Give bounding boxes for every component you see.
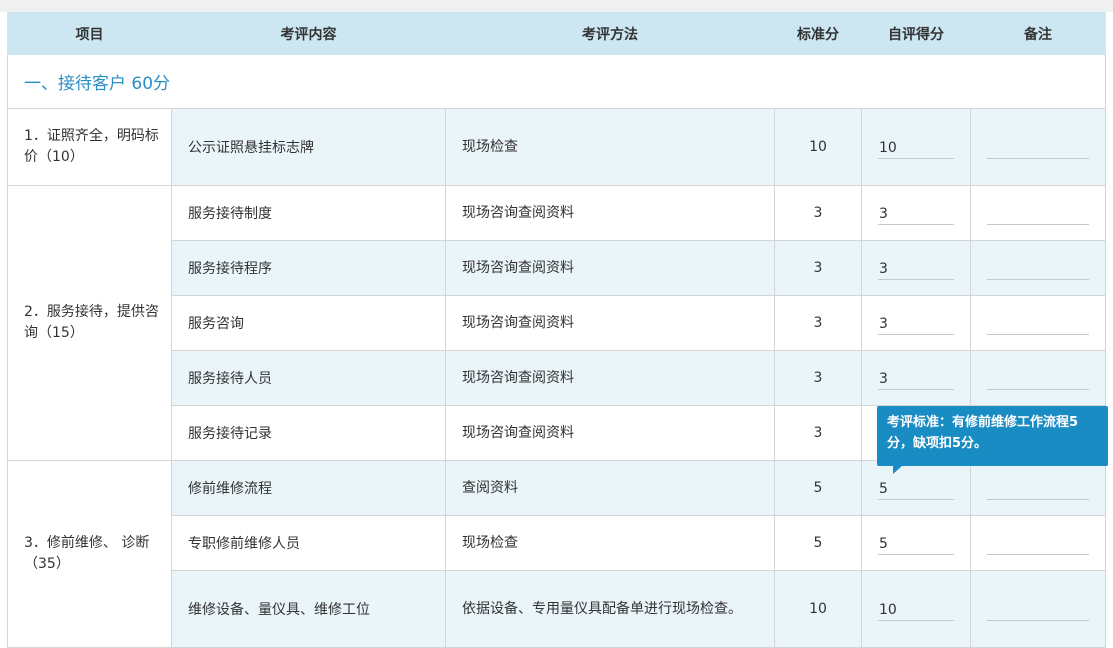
note-input[interactable]	[987, 139, 1089, 159]
header-note: 备注	[970, 12, 1106, 55]
row-method: 现场检查	[445, 108, 775, 186]
row-standard: 10	[774, 108, 862, 186]
header-item: 项目	[7, 12, 172, 55]
note-input[interactable]	[987, 205, 1089, 225]
row-standard: 3	[774, 240, 862, 296]
row-content: 维修设备、量仪具、维修工位	[171, 570, 446, 648]
table-row: 3．修前维修、 诊断（35） 修前维修流程 查阅资料 5 5	[7, 460, 1106, 648]
row-method: 现场咨询查阅资料	[445, 240, 775, 296]
evaluation-table-container: 项目 考评内容 考评方法 标准分 自评得分 备注 一、接待客户 60分 1．证照…	[7, 12, 1106, 648]
row-method: 现场检查	[445, 515, 775, 571]
self-score-input[interactable]: 3	[878, 260, 954, 280]
row-standard: 3	[774, 185, 862, 241]
header-standard: 标准分	[774, 12, 862, 55]
row-content: 服务接待记录	[171, 405, 446, 461]
header-content: 考评内容	[171, 12, 446, 55]
self-score-input[interactable]: 10	[878, 139, 954, 159]
row-method: 现场咨询查阅资料	[445, 295, 775, 351]
note-input[interactable]	[987, 601, 1089, 621]
top-strip	[0, 0, 1113, 12]
table-row: 服务咨询 现场咨询查阅资料 3 3	[8, 295, 1106, 351]
row-method: 依据设备、专用量仪具配备单进行现场检查。	[445, 570, 775, 648]
table-row: 服务接待人员 现场咨询查阅资料 3 3	[8, 350, 1106, 406]
row-standard: 10	[774, 570, 862, 648]
row-content: 服务接待程序	[171, 240, 446, 296]
row-content: 修前维修流程	[171, 460, 446, 516]
table-row: 1．证照齐全，明码标价（10） 公示证照悬挂标志牌 现场检查 10 10	[7, 108, 1106, 186]
row-method: 现场咨询查阅资料	[445, 405, 775, 461]
section-title: 一、接待客户 60分	[7, 54, 1106, 109]
row-content: 服务咨询	[171, 295, 446, 351]
note-input[interactable]	[987, 315, 1089, 335]
note-input[interactable]	[987, 370, 1089, 390]
row-standard: 3	[774, 295, 862, 351]
row-method: 现场咨询查阅资料	[445, 350, 775, 406]
self-score-input[interactable]: 3	[878, 205, 954, 225]
table-row: 2．服务接待，提供咨询（15） 服务接待制度 现场咨询查阅资料 3 3	[7, 185, 1106, 461]
row-method: 现场咨询查阅资料	[445, 185, 775, 241]
self-score-input[interactable]: 10	[878, 601, 954, 621]
row-content: 服务接待人员	[171, 350, 446, 406]
header-method: 考评方法	[445, 12, 775, 55]
row-content: 专职修前维修人员	[171, 515, 446, 571]
table-row: 维修设备、量仪具、维修工位 依据设备、专用量仪具配备单进行现场检查。 10 10	[8, 570, 1106, 648]
note-input[interactable]	[987, 260, 1089, 280]
self-score-input[interactable]: 5	[878, 535, 954, 555]
self-score-input[interactable]: 5	[878, 480, 954, 500]
row-standard: 3	[774, 350, 862, 406]
row-content: 公示证照悬挂标志牌	[171, 108, 446, 186]
header-self-score: 自评得分	[861, 12, 971, 55]
row-content: 服务接待制度	[171, 185, 446, 241]
row-method: 查阅资料	[445, 460, 775, 516]
row-standard: 5	[774, 460, 862, 516]
criteria-tooltip: 考评标准：有修前维修工作流程5分，缺项扣5分。	[877, 406, 1108, 474]
section-row: 一、接待客户 60分	[7, 54, 1106, 109]
evaluation-table: 项目 考评内容 考评方法 标准分 自评得分 备注 一、接待客户 60分 1．证照…	[7, 12, 1106, 648]
self-score-input[interactable]: 3	[878, 370, 954, 390]
self-score-input[interactable]: 3	[878, 315, 954, 335]
note-input[interactable]	[987, 480, 1089, 500]
group-label: 2．服务接待，提供咨询（15）	[7, 185, 172, 461]
table-row: 专职修前维修人员 现场检查 5 5	[8, 515, 1106, 571]
table-row: 服务接待程序 现场咨询查阅资料 3 3	[8, 240, 1106, 296]
table-header-row: 项目 考评内容 考评方法 标准分 自评得分 备注	[7, 12, 1106, 55]
group-label: 1．证照齐全，明码标价（10）	[7, 108, 172, 186]
note-input[interactable]	[987, 535, 1089, 555]
row-standard: 5	[774, 515, 862, 571]
group-label: 3．修前维修、 诊断（35）	[7, 460, 172, 648]
row-standard: 3	[774, 405, 862, 461]
